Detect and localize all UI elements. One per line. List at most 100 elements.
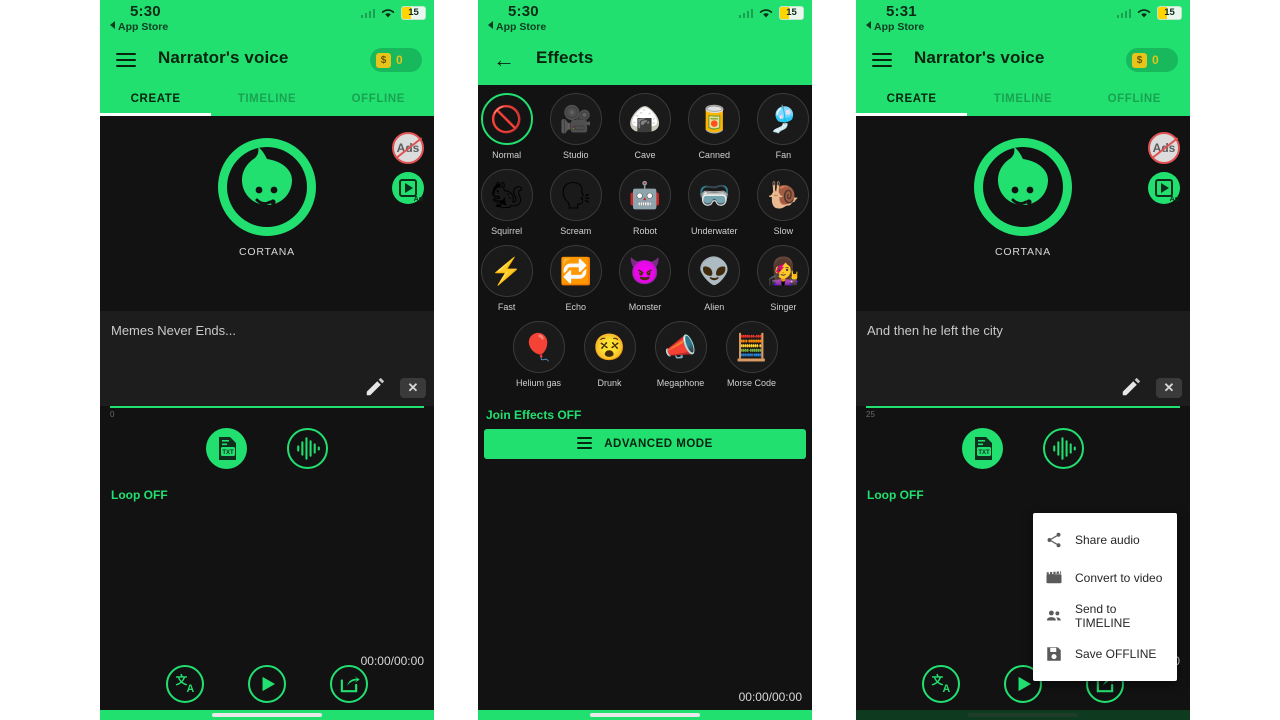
avatar-section: CORTANA — [100, 138, 434, 258]
effects-row: 🐿 Squirrel 🗣 Scream 🤖 Robot 🥽 Underwater 🐌 Sl… — [478, 169, 812, 236]
home-indicator-bar — [856, 710, 1190, 720]
effect-fast[interactable]: ⚡ Fast — [478, 245, 535, 312]
home-indicator-bar — [478, 710, 812, 720]
effect-alien[interactable]: 👽 Alien — [686, 245, 743, 312]
avatar[interactable] — [974, 138, 1072, 236]
singer-icon: 👩‍🎤 — [757, 245, 810, 297]
waveform-button[interactable] — [287, 428, 328, 469]
tab-offline[interactable]: OFFLINE — [1079, 85, 1190, 116]
snail-icon: 🐌 — [757, 169, 810, 221]
effect-helium-gas[interactable]: 🎈 Helium gas — [509, 321, 568, 388]
signal-icon — [360, 8, 375, 18]
tab-timeline[interactable]: TIMELINE — [211, 85, 322, 116]
hamburger-icon[interactable] — [872, 53, 892, 71]
bottom-action-bar: 文 A — [100, 658, 434, 710]
back-arrow-icon[interactable]: ← — [492, 48, 516, 72]
play-icon — [262, 676, 276, 692]
shouting-face-icon: 🗣 — [549, 169, 602, 221]
effect-scream[interactable]: 🗣 Scream — [547, 169, 604, 236]
text-input-area[interactable]: And then he left the city ✕ — [856, 311, 1190, 406]
tab-create[interactable]: CREATE — [100, 85, 211, 116]
tab-bar: CREATE TIMELINE OFFLINE — [100, 85, 434, 116]
effect-singer[interactable]: 👩‍🎤 Singer — [755, 245, 812, 312]
char-counter: 0 — [110, 410, 115, 419]
effect-robot[interactable]: 🤖 Robot — [616, 169, 673, 236]
tab-offline[interactable]: OFFLINE — [323, 85, 434, 116]
status-time: 5:31 — [886, 3, 917, 20]
devil-icon: 😈 — [619, 245, 671, 297]
menu-item-share-audio[interactable]: Share audio — [1033, 521, 1177, 559]
effect-underwater[interactable]: 🥽 Underwater — [686, 169, 743, 236]
tab-create[interactable]: CREATE — [856, 85, 967, 116]
tab-timeline[interactable]: TIMELINE — [967, 85, 1078, 116]
effect-cave[interactable]: 🍙 Cave — [616, 93, 673, 160]
char-counter: 25 — [866, 410, 875, 419]
svg-text:TXT: TXT — [222, 450, 234, 456]
effect-megaphone[interactable]: 📣 Megaphone — [651, 321, 710, 388]
wifi-icon — [759, 9, 773, 18]
effect-morse-code[interactable]: 🧮 Morse Code — [722, 321, 781, 388]
status-bar: 5:30 App Store 15 — [478, 0, 812, 36]
status-time: 5:30 — [508, 3, 539, 20]
menu-item-save-offline[interactable]: Save OFFLINE — [1033, 635, 1177, 673]
clear-text-button[interactable]: ✕ — [1156, 378, 1182, 398]
app-bar: ← Effects — [478, 36, 812, 85]
status-right-cluster: 15 — [738, 6, 804, 20]
share-export-button[interactable] — [330, 665, 368, 703]
import-txt-button[interactable]: TXT — [206, 428, 247, 469]
phone-screen-effects: 5:30 App Store 15 ← Effects 🚫 Normal 🎥 Stu… — [478, 0, 812, 720]
effect-normal[interactable]: 🚫 Normal — [478, 93, 535, 160]
effect-squirrel[interactable]: 🐿 Squirrel — [478, 169, 535, 236]
effect-monster[interactable]: 😈 Monster — [616, 245, 673, 312]
effect-canned[interactable]: 🥫 Canned — [686, 93, 743, 160]
status-back-app: App Store — [488, 21, 546, 33]
list-icon — [577, 436, 593, 452]
clear-text-button[interactable]: ✕ — [400, 378, 426, 398]
coin-balance-badge[interactable]: $ 0 — [370, 48, 422, 72]
avatar[interactable] — [218, 138, 316, 236]
effect-slow[interactable]: 🐌 Slow — [755, 169, 812, 236]
waveform-button[interactable] — [1043, 428, 1084, 469]
waveform-icon — [1053, 437, 1076, 460]
pencil-icon[interactable] — [1120, 376, 1142, 398]
wifi-icon — [1137, 9, 1151, 18]
coin-count: 0 — [1152, 53, 1159, 67]
menu-item-label: Send to TIMELINE — [1075, 602, 1131, 630]
goggles-icon: 🥽 — [688, 169, 741, 221]
effect-echo[interactable]: 🔁 Echo — [547, 245, 604, 312]
effect-studio[interactable]: 🎥 Studio — [547, 93, 604, 160]
effect-fan[interactable]: 🎐 Fan — [755, 93, 812, 160]
translate-button[interactable]: 文 A — [922, 665, 960, 703]
page-title: Narrator's voice — [914, 48, 1045, 67]
hamburger-icon[interactable] — [116, 53, 136, 71]
can-icon: 🥫 — [688, 93, 741, 145]
export-context-menu: Share audio Convert to video Send to TIM… — [1033, 513, 1177, 681]
phone-screen-create: 5:30 App Store 15 Narrator's voice $ 0 C… — [100, 0, 434, 720]
translate-button[interactable]: 文 A — [166, 665, 204, 703]
menu-item-send-to-timeline[interactable]: Send to TIMELINE — [1033, 597, 1177, 635]
coin-balance-badge[interactable]: $ 0 — [1126, 48, 1178, 72]
effects-grid: 🚫 Normal 🎥 Studio 🍙 Cave 🥫 Canned 🎐 Fan 🐿 Squi… — [478, 93, 812, 397]
svg-text:TXT: TXT — [978, 450, 990, 456]
text-input-area[interactable]: Memes Never Ends... ✕ — [100, 311, 434, 406]
screenshot-stage: 5:30 App Store 15 Narrator's voice $ 0 C… — [0, 0, 1280, 720]
status-back-app: App Store — [110, 21, 168, 33]
movie-clapper-icon — [1046, 571, 1062, 584]
back-triangle-icon — [866, 21, 871, 29]
txt-file-icon: TXT — [975, 437, 992, 460]
loop-toggle[interactable]: Loop OFF — [111, 488, 168, 502]
lightning-bolt-icon: ⚡ — [480, 245, 533, 297]
pencil-icon[interactable] — [364, 376, 386, 398]
play-button[interactable] — [248, 665, 286, 703]
effect-drunk[interactable]: 😵 Drunk — [580, 321, 639, 388]
import-txt-button[interactable]: TXT — [962, 428, 1003, 469]
robot-icon: 🤖 — [619, 169, 671, 221]
menu-item-convert-to-video[interactable]: Convert to video — [1033, 559, 1177, 597]
loop-toggle[interactable]: Loop OFF — [867, 488, 924, 502]
app-bar: Narrator's voice $ 0 — [856, 36, 1190, 85]
advanced-mode-button[interactable]: ADVANCED MODE — [484, 429, 806, 459]
join-effects-toggle[interactable]: Join Effects OFF — [486, 408, 581, 422]
floppy-disk-icon — [1047, 647, 1061, 661]
translate-icon: 文 A — [176, 673, 195, 695]
dizzy-face-icon: 😵 — [583, 321, 636, 373]
